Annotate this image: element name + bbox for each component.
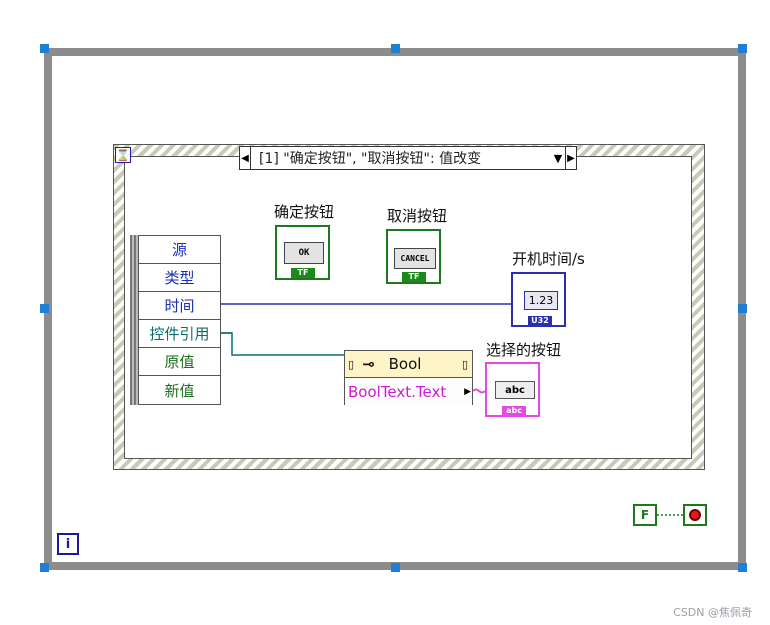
cancel-button-text: CANCEL xyxy=(394,248,436,269)
boolean-wire xyxy=(657,514,683,516)
key-icon: ⊸ xyxy=(362,355,375,373)
cancel-button-terminal[interactable]: CANCEL TF xyxy=(386,229,441,284)
property-class: Bool xyxy=(388,355,422,373)
selected-button-value: abc xyxy=(495,381,535,399)
tf-tag: TF xyxy=(402,272,426,282)
stop-condition-terminal[interactable] xyxy=(683,504,707,526)
wires xyxy=(221,303,512,394)
false-constant[interactable]: F xyxy=(633,504,657,526)
event-data-source[interactable]: 源 xyxy=(139,236,220,264)
property-name: BoolText.Text xyxy=(348,382,447,401)
watermark: CSDN @焦佩奇 xyxy=(673,606,752,619)
event-data-oldval[interactable]: 原值 xyxy=(139,348,220,376)
boot-time-label: 开机时间/s xyxy=(512,250,585,268)
ref-icon: ▯ xyxy=(348,357,355,371)
event-data-node[interactable]: 源 类型 时间 控件引用 原值 新值 xyxy=(138,235,221,405)
cancel-button-label: 取消按钮 xyxy=(387,207,448,225)
event-data-newval[interactable]: 新值 xyxy=(139,376,220,404)
property-row[interactable]: BoolText.Text ▶ xyxy=(345,378,472,405)
false-constant-label: F xyxy=(640,508,650,522)
event-data-ctlref[interactable]: 控件引用 xyxy=(139,320,220,348)
ref-out-icon: ▯ xyxy=(461,357,468,371)
string-wire xyxy=(472,388,486,394)
selected-button-indicator[interactable]: abc abc xyxy=(485,362,540,417)
reference-wire xyxy=(221,332,344,356)
selected-button-label: 选择的按钮 xyxy=(486,341,562,359)
ok-button-terminal[interactable]: OK TF xyxy=(275,225,330,280)
boot-time-value: 1.23 xyxy=(524,291,558,310)
event-data-time[interactable]: 时间 xyxy=(139,292,220,320)
property-node[interactable]: ▯ ⊸ Bool ▯ BoolText.Text ▶ xyxy=(344,350,473,405)
boot-time-indicator[interactable]: 1.23 U32 xyxy=(511,272,566,327)
abc-tag: abc xyxy=(502,406,526,416)
stop-icon xyxy=(689,509,701,521)
property-node-header[interactable]: ▯ ⊸ Bool ▯ xyxy=(345,351,472,378)
tf-tag: TF xyxy=(291,268,315,278)
event-data-node-border[interactable] xyxy=(130,235,138,405)
event-data-type[interactable]: 类型 xyxy=(139,264,220,292)
u32-tag: U32 xyxy=(528,316,552,326)
arrow-right-icon: ▶ xyxy=(464,386,471,397)
ok-button-text: OK xyxy=(284,242,324,264)
ok-button-label: 确定按钮 xyxy=(274,203,335,221)
